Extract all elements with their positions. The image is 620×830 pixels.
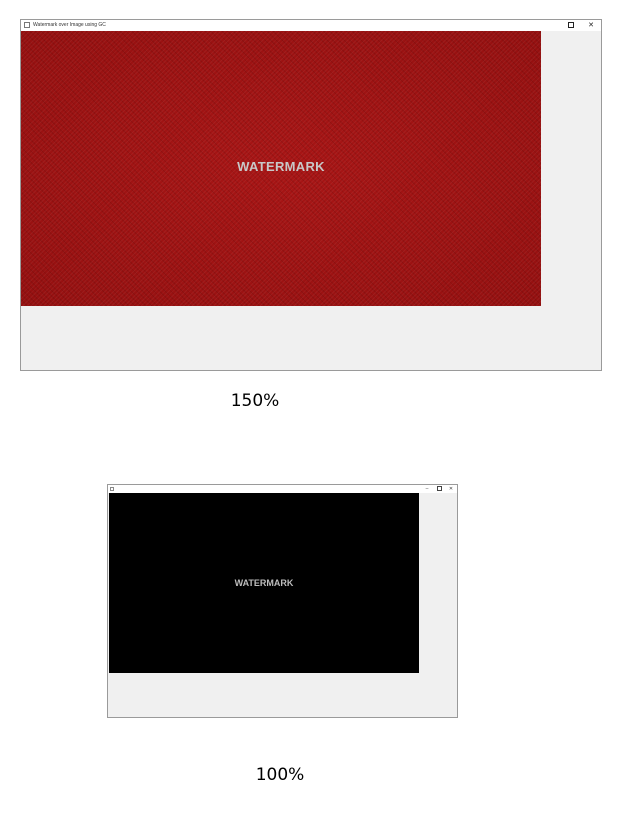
black-image: WATERMARK — [109, 493, 419, 673]
caption-100-percent: 100% — [255, 765, 305, 785]
title-bar[interactable]: – ✕ — [108, 485, 457, 493]
maximize-icon — [568, 22, 574, 29]
window-150-percent: Watermark over Image using GC ✕ WATERMAR… — [20, 19, 602, 371]
caption-150-percent: 150% — [230, 391, 280, 411]
app-icon — [24, 22, 30, 28]
red-fabric-image: WATERMARK — [21, 31, 541, 306]
maximize-button[interactable] — [433, 485, 445, 493]
minimize-button[interactable]: – — [421, 485, 433, 493]
watermark-text: WATERMARK — [237, 159, 325, 174]
minimize-icon: – — [425, 486, 429, 492]
watermark-text: WATERMARK — [234, 578, 294, 588]
maximize-icon — [436, 486, 442, 492]
window-100-percent: – ✕ WATERMARK — [107, 484, 458, 718]
title-bar[interactable]: Watermark over Image using GC ✕ — [21, 20, 601, 31]
close-button[interactable]: ✕ — [581, 20, 601, 31]
maximize-button[interactable] — [561, 20, 581, 31]
close-icon: ✕ — [588, 22, 594, 29]
window-title: Watermark over Image using GC — [33, 22, 106, 28]
close-button[interactable]: ✕ — [445, 485, 457, 493]
app-icon — [110, 487, 114, 491]
close-icon: ✕ — [448, 486, 454, 492]
